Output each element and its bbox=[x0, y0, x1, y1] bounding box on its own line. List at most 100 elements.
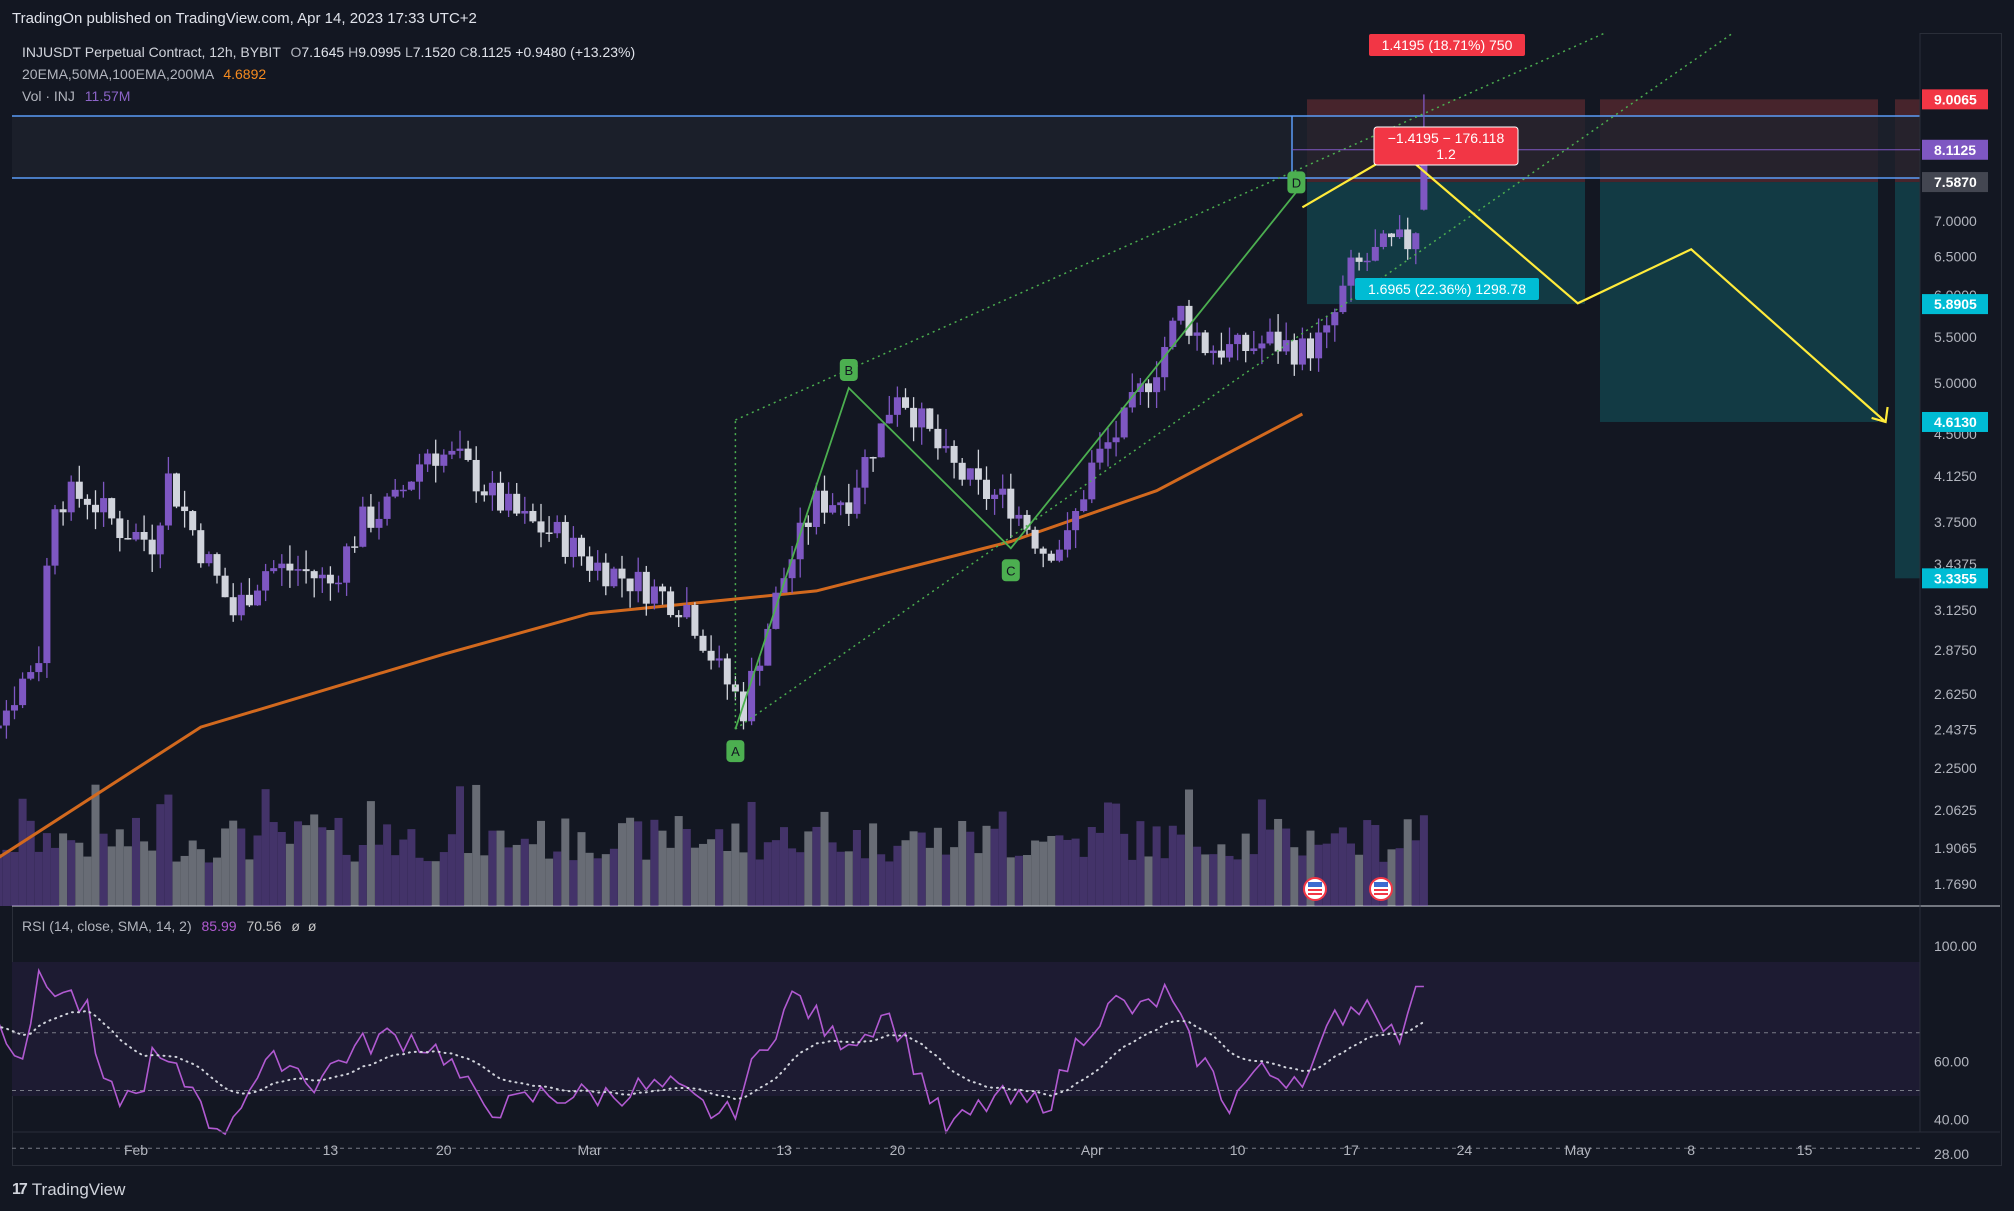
volume-bar bbox=[237, 828, 246, 906]
candle-body bbox=[2, 710, 10, 726]
candle-body bbox=[553, 521, 561, 534]
volume-bar bbox=[1419, 815, 1428, 906]
volume-bar bbox=[990, 828, 999, 906]
candle-body bbox=[966, 468, 974, 480]
candle-body bbox=[513, 493, 521, 514]
candle-body bbox=[1064, 530, 1071, 550]
volume-bar bbox=[844, 851, 853, 906]
volume-bar bbox=[480, 855, 489, 906]
candle-body bbox=[1234, 334, 1242, 345]
volume-bar bbox=[715, 829, 724, 906]
volume-bar bbox=[545, 858, 554, 906]
candle-body bbox=[1242, 334, 1250, 351]
low-label: L bbox=[404, 44, 413, 60]
volume-bar bbox=[123, 846, 132, 906]
candle-body bbox=[845, 502, 853, 514]
candle-body bbox=[448, 450, 456, 455]
candle-body bbox=[1266, 331, 1274, 344]
volume-legend[interactable]: Vol · INJ 11.57M bbox=[22, 88, 130, 104]
rsi-legend[interactable]: RSI (14, close, SMA, 14, 2) 85.99 70.56 … bbox=[22, 918, 316, 934]
ma-legend[interactable]: 20EMA,50MA,100EMA,200MA 4.6892 bbox=[22, 66, 266, 82]
volume-bar bbox=[1298, 855, 1307, 906]
candle-body bbox=[335, 582, 342, 585]
candle-body bbox=[1250, 348, 1258, 351]
volume-bar bbox=[439, 852, 448, 906]
candle-body bbox=[1007, 488, 1015, 519]
tradingview-logo[interactable]: 17 TradingView bbox=[12, 1180, 125, 1200]
candle-body bbox=[35, 663, 43, 673]
volume-bar bbox=[771, 840, 780, 906]
volume-bar bbox=[885, 861, 894, 906]
candle-body bbox=[1315, 332, 1323, 359]
volume-bar bbox=[464, 853, 473, 906]
volume-bar bbox=[302, 825, 311, 906]
time-tick-label: 15 bbox=[1797, 1142, 1813, 1158]
candle-body bbox=[124, 538, 132, 540]
volume-bar bbox=[164, 794, 173, 906]
time-tick-label: Apr bbox=[1081, 1142, 1103, 1158]
volume-bar bbox=[650, 819, 659, 906]
volume-bar bbox=[618, 823, 626, 906]
volume-bar bbox=[34, 851, 43, 906]
volume-bar bbox=[1152, 826, 1161, 906]
candle-body bbox=[173, 473, 180, 507]
candle-body bbox=[83, 498, 91, 505]
candle-body bbox=[1177, 305, 1185, 321]
candle-body bbox=[707, 650, 715, 661]
price-chart[interactable]: ABCD 7.00006.50006.00005.50005.00004.500… bbox=[0, 0, 2014, 1211]
candle-body bbox=[667, 591, 675, 616]
volume-bar bbox=[666, 847, 675, 906]
candle-body bbox=[958, 462, 966, 480]
volume-bar bbox=[1257, 799, 1266, 906]
volume-bar bbox=[10, 852, 19, 906]
time-tick-label: 8 bbox=[1687, 1142, 1695, 1158]
volume-bar bbox=[1266, 829, 1274, 906]
open-label: O bbox=[290, 44, 302, 60]
volume-bar bbox=[1217, 844, 1226, 906]
volume-bar bbox=[861, 858, 869, 906]
price-tick-label: 4.1250 bbox=[1934, 468, 1977, 484]
volume-bar bbox=[245, 859, 254, 906]
volume-bar bbox=[601, 854, 610, 906]
candle-body bbox=[399, 489, 407, 492]
tradingview-logo-text: TradingView bbox=[31, 1180, 126, 1199]
candle-body bbox=[1363, 260, 1371, 263]
candle-body bbox=[602, 562, 610, 587]
candle-body bbox=[108, 498, 116, 519]
volume-bar bbox=[277, 831, 286, 906]
us-flag-icon bbox=[1374, 882, 1388, 887]
volume-bar bbox=[1087, 827, 1096, 906]
candle-body bbox=[132, 531, 140, 540]
price-badge: 8.1125 bbox=[1934, 142, 1976, 158]
volume-bar bbox=[350, 861, 359, 906]
volume-bar bbox=[828, 842, 837, 906]
volume-bar bbox=[780, 827, 788, 906]
volume-bar bbox=[1193, 846, 1202, 906]
us-flag-icon bbox=[1308, 889, 1322, 891]
candle-body bbox=[456, 448, 464, 451]
candle-body bbox=[1331, 312, 1339, 326]
volume-bar bbox=[1338, 827, 1347, 906]
volume-bar bbox=[391, 855, 400, 906]
candle-body bbox=[1396, 229, 1404, 238]
volume-bar bbox=[739, 852, 748, 906]
volume-bar bbox=[553, 851, 562, 906]
candle-body bbox=[610, 568, 618, 587]
ma-label: 20EMA,50MA,100EMA,200MA bbox=[22, 66, 214, 82]
volume-bar bbox=[447, 834, 456, 906]
volume-bar bbox=[950, 847, 959, 906]
volume-bar bbox=[180, 855, 189, 906]
volume-bar bbox=[1411, 840, 1420, 906]
volume-bar bbox=[1209, 854, 1218, 906]
volume-bar bbox=[917, 832, 926, 906]
wave-label-a: A bbox=[731, 744, 740, 759]
candle-body bbox=[505, 493, 513, 511]
candle-body bbox=[1339, 285, 1347, 313]
candle-body bbox=[1055, 549, 1063, 561]
price-tick-label: 2.6250 bbox=[1934, 686, 1977, 702]
candle-body bbox=[424, 453, 432, 465]
volume-bar bbox=[294, 821, 302, 906]
volume-bar bbox=[2, 849, 11, 906]
volume-bar bbox=[642, 859, 651, 906]
volume-bar bbox=[966, 831, 975, 906]
